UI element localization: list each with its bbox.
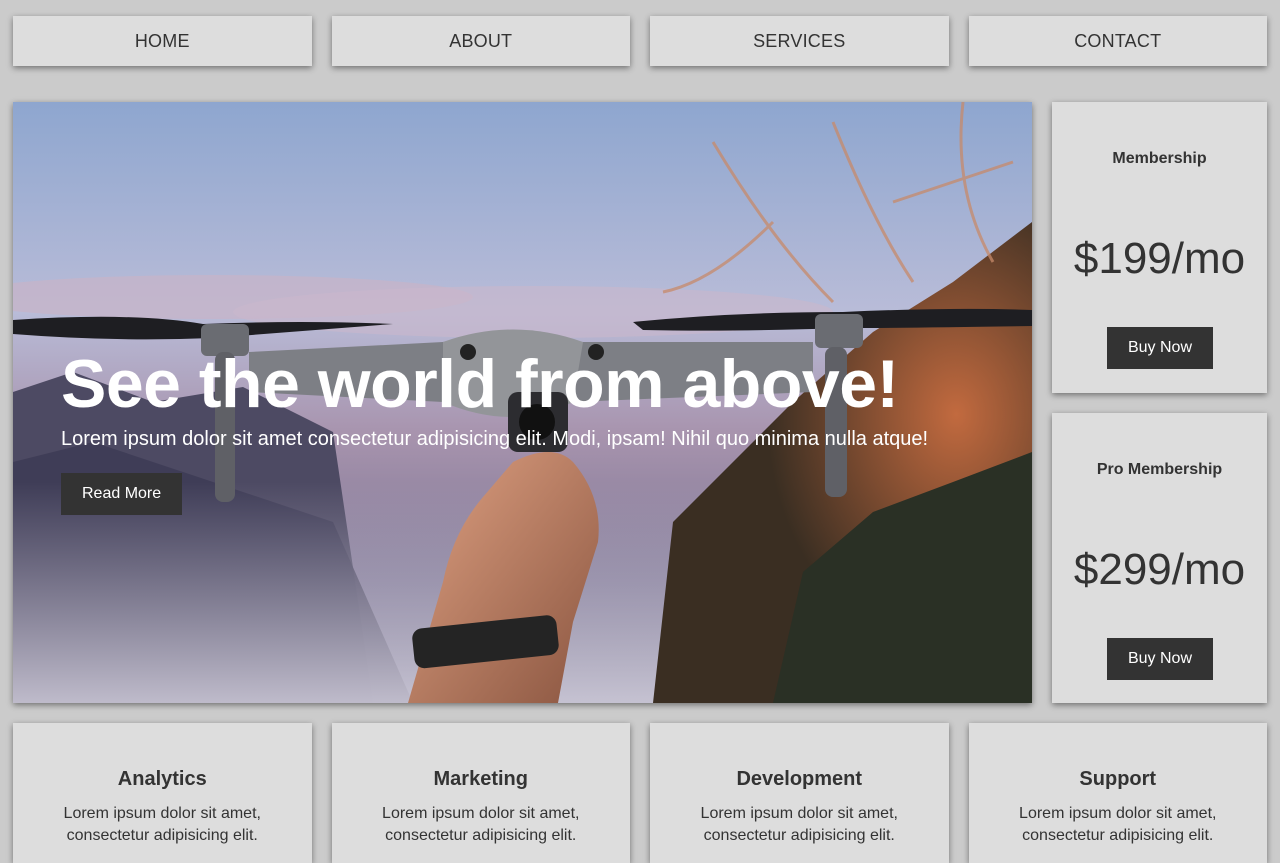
service-title: Development bbox=[736, 768, 863, 790]
nav-contact[interactable]: CONTACT bbox=[968, 16, 1267, 66]
service-card-development: Development Lorem ipsum dolor sit amet, … bbox=[650, 723, 949, 863]
nav-services[interactable]: SERVICES bbox=[650, 16, 949, 66]
services-section: Analytics Lorem ipsum dolor sit amet, co… bbox=[13, 723, 1267, 863]
service-title: Support bbox=[1079, 768, 1157, 790]
service-text: Lorem ipsum dolor sit amet, consectetur … bbox=[63, 805, 261, 844]
pricing-name: Pro Membership bbox=[1096, 461, 1223, 478]
hero-showcase: See the world from above! Lorem ipsum do… bbox=[13, 102, 1032, 703]
hero-title: See the world from above! bbox=[61, 346, 899, 422]
service-text: Lorem ipsum dolor sit amet, consectetur … bbox=[382, 805, 580, 844]
buy-now-button[interactable]: Buy Now bbox=[1107, 638, 1213, 680]
pricing-name: Membership bbox=[1112, 150, 1207, 167]
read-more-button[interactable]: Read More bbox=[61, 473, 183, 515]
pricing-price: $199/mo bbox=[1073, 234, 1246, 283]
service-card-support: Support Lorem ipsum dolor sit amet, cons… bbox=[968, 723, 1267, 863]
service-title: Marketing bbox=[433, 768, 528, 790]
hero-text: Lorem ipsum dolor sit amet consectetur a… bbox=[61, 428, 929, 450]
hero-content: See the world from above! Lorem ipsum do… bbox=[61, 348, 928, 515]
service-card-analytics: Analytics Lorem ipsum dolor sit amet, co… bbox=[13, 723, 312, 863]
pricing-price: $299/mo bbox=[1073, 545, 1246, 594]
pricing-card-pro-membership: Pro Membership $299/mo Buy Now bbox=[1052, 413, 1267, 703]
nav-about[interactable]: ABOUT bbox=[331, 16, 630, 66]
nav-home[interactable]: HOME bbox=[13, 16, 312, 66]
pricing-card-membership: Membership $199/mo Buy Now bbox=[1052, 102, 1267, 393]
service-card-marketing: Marketing Lorem ipsum dolor sit amet, co… bbox=[331, 723, 630, 863]
service-text: Lorem ipsum dolor sit amet, consectetur … bbox=[1019, 805, 1217, 844]
top-nav: HOME ABOUT SERVICES CONTACT bbox=[13, 16, 1267, 66]
buy-now-button[interactable]: Buy Now bbox=[1107, 327, 1213, 369]
service-title: Analytics bbox=[117, 768, 207, 790]
service-text: Lorem ipsum dolor sit amet, consectetur … bbox=[700, 805, 898, 844]
